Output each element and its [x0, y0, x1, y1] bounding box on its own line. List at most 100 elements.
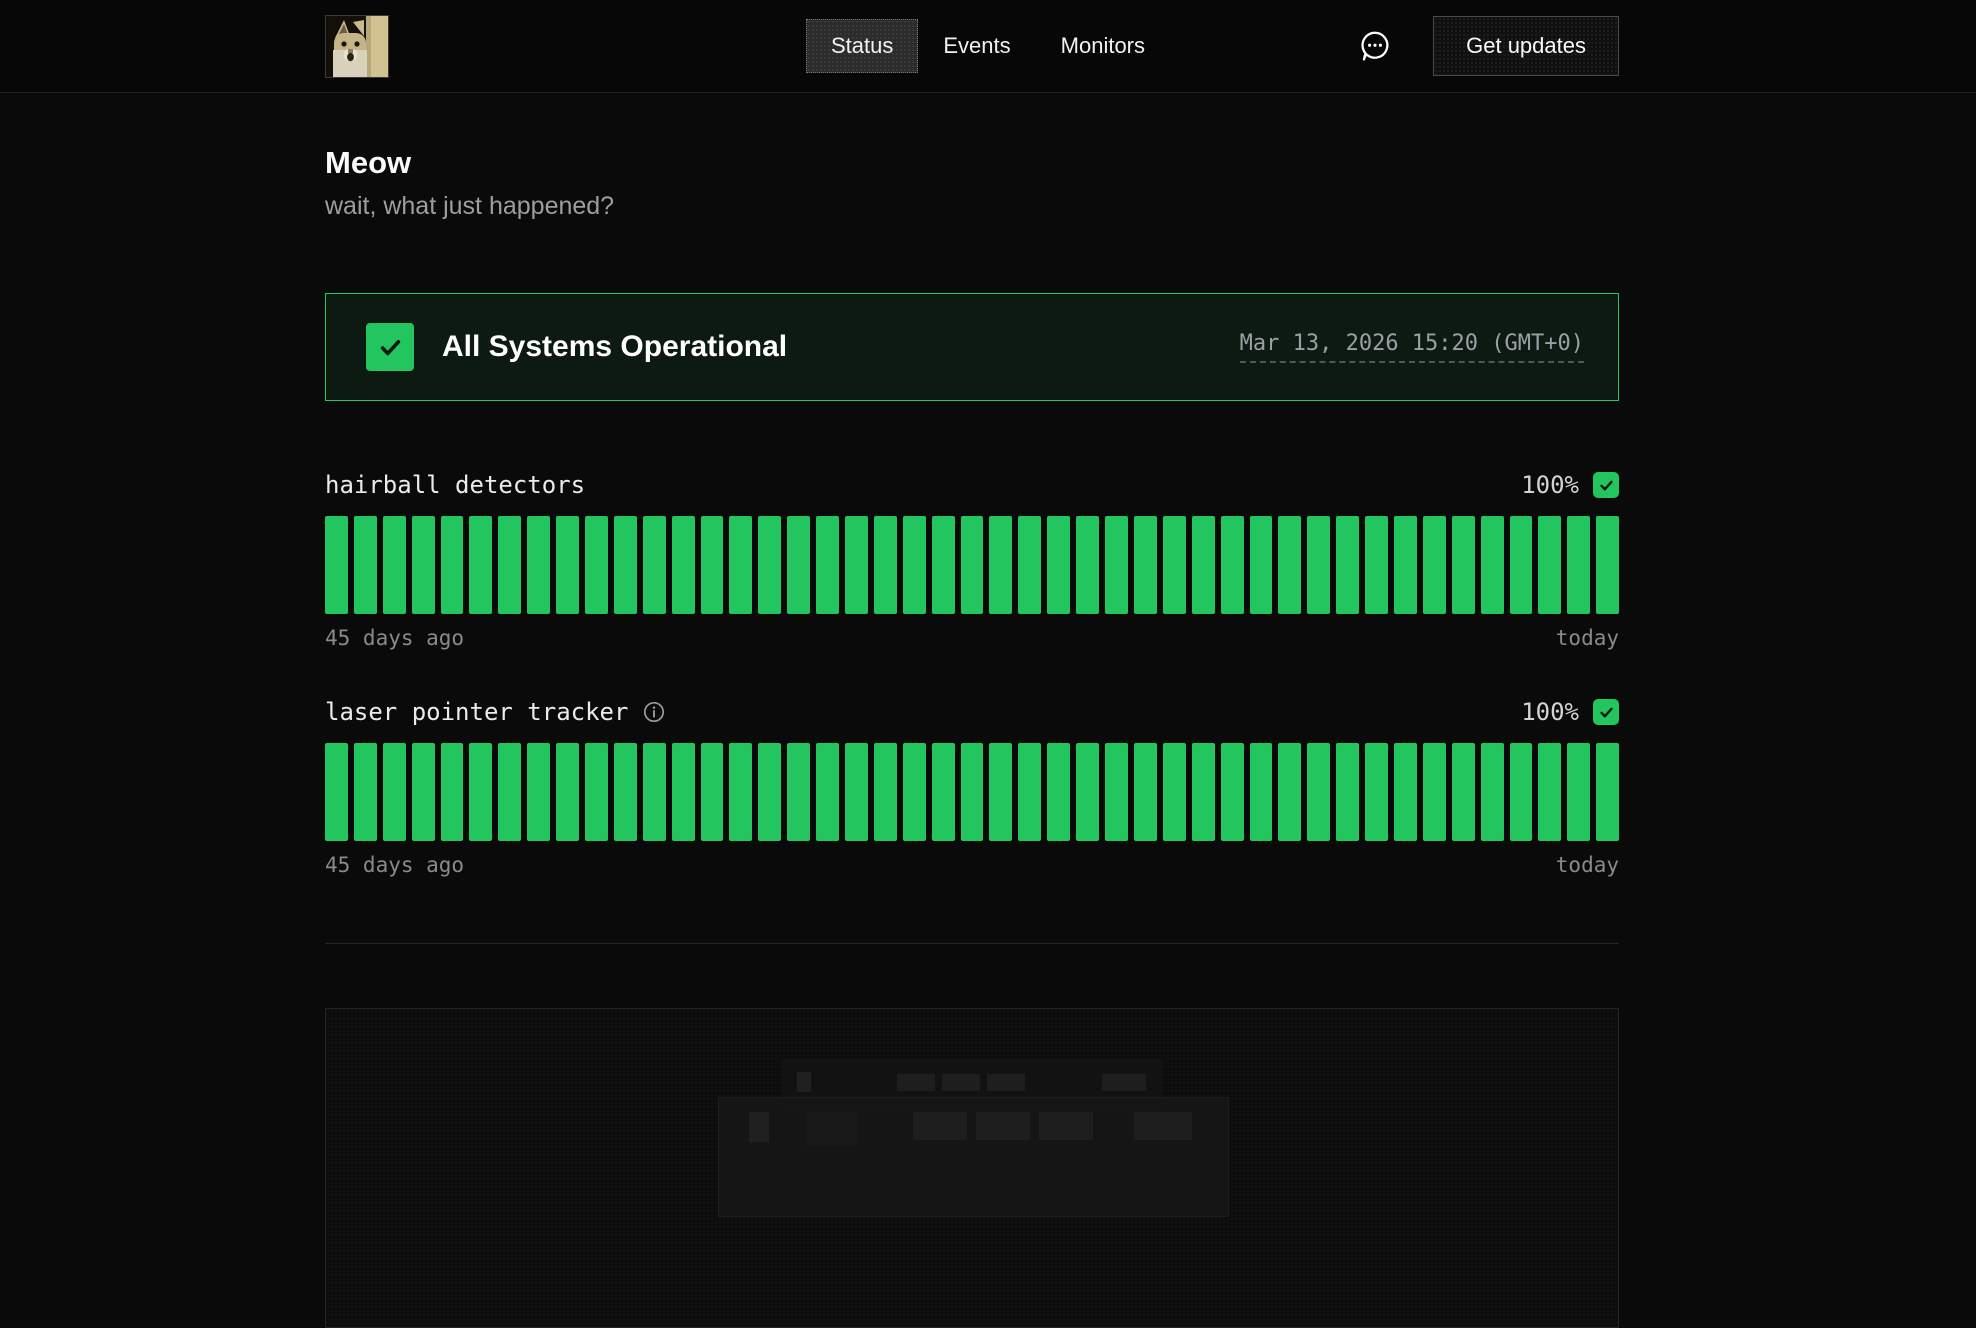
tab-status[interactable]: Status: [806, 19, 918, 73]
uptime-bar[interactable]: [614, 516, 637, 614]
uptime-bar[interactable]: [1423, 743, 1446, 841]
uptime-bar[interactable]: [1278, 516, 1301, 614]
uptime-bar[interactable]: [1221, 743, 1244, 841]
get-updates-button[interactable]: Get updates: [1433, 16, 1619, 76]
uptime-bar[interactable]: [758, 516, 781, 614]
uptime-bar[interactable]: [1134, 743, 1157, 841]
status-timestamp[interactable]: Mar 13, 2026 15:20 (GMT+0): [1240, 331, 1584, 363]
uptime-bar[interactable]: [874, 743, 897, 841]
uptime-bar[interactable]: [412, 743, 435, 841]
uptime-bar[interactable]: [643, 743, 666, 841]
uptime-bar[interactable]: [989, 743, 1012, 841]
uptime-bar[interactable]: [354, 516, 377, 614]
uptime-bar[interactable]: [1018, 516, 1041, 614]
uptime-bar[interactable]: [903, 743, 926, 841]
uptime-bar[interactable]: [498, 516, 521, 614]
uptime-bar[interactable]: [845, 516, 868, 614]
uptime-bar[interactable]: [1047, 516, 1070, 614]
uptime-bar[interactable]: [1510, 743, 1533, 841]
info-icon[interactable]: [642, 700, 666, 724]
uptime-bar[interactable]: [556, 516, 579, 614]
uptime-bar[interactable]: [816, 743, 839, 841]
uptime-bar[interactable]: [1163, 516, 1186, 614]
uptime-bar[interactable]: [1452, 516, 1475, 614]
uptime-bar[interactable]: [758, 743, 781, 841]
uptime-bar[interactable]: [932, 516, 955, 614]
uptime-bar[interactable]: [1394, 516, 1417, 614]
uptime-bar[interactable]: [383, 743, 406, 841]
uptime-bar[interactable]: [1307, 516, 1330, 614]
uptime-bar[interactable]: [1336, 516, 1359, 614]
uptime-bar[interactable]: [1192, 743, 1215, 841]
uptime-bar[interactable]: [961, 743, 984, 841]
uptime-bar[interactable]: [874, 516, 897, 614]
uptime-bar[interactable]: [845, 743, 868, 841]
uptime-bar[interactable]: [1105, 743, 1128, 841]
uptime-bar[interactable]: [354, 743, 377, 841]
uptime-bar[interactable]: [325, 743, 348, 841]
uptime-bar[interactable]: [1018, 743, 1041, 841]
uptime-bar[interactable]: [903, 516, 926, 614]
uptime-bar[interactable]: [1163, 743, 1186, 841]
uptime-bar[interactable]: [1596, 743, 1619, 841]
uptime-bar[interactable]: [1076, 743, 1099, 841]
uptime-bar[interactable]: [1510, 516, 1533, 614]
uptime-bar[interactable]: [498, 743, 521, 841]
uptime-percentage: 100%: [1521, 698, 1579, 726]
uptime-bar[interactable]: [1047, 743, 1070, 841]
uptime-bar[interactable]: [1250, 516, 1273, 614]
uptime-bar[interactable]: [1192, 516, 1215, 614]
uptime-bar[interactable]: [1336, 743, 1359, 841]
uptime-bar[interactable]: [816, 516, 839, 614]
uptime-bar[interactable]: [1134, 516, 1157, 614]
uptime-bar[interactable]: [412, 516, 435, 614]
uptime-bar[interactable]: [1278, 743, 1301, 841]
uptime-bar[interactable]: [1250, 743, 1273, 841]
uptime-bar[interactable]: [1307, 743, 1330, 841]
uptime-bar[interactable]: [1423, 516, 1446, 614]
uptime-bar[interactable]: [1452, 743, 1475, 841]
uptime-bar[interactable]: [729, 516, 752, 614]
uptime-bar[interactable]: [1076, 516, 1099, 614]
tab-monitors[interactable]: Monitors: [1036, 19, 1170, 73]
uptime-bar[interactable]: [1481, 743, 1504, 841]
uptime-bar[interactable]: [1538, 743, 1561, 841]
uptime-bar[interactable]: [672, 516, 695, 614]
uptime-bar[interactable]: [701, 743, 724, 841]
logo-cat-image[interactable]: [325, 15, 389, 78]
uptime-bar[interactable]: [585, 516, 608, 614]
uptime-bar[interactable]: [527, 516, 550, 614]
uptime-bar[interactable]: [1365, 743, 1388, 841]
uptime-bar[interactable]: [1105, 516, 1128, 614]
uptime-bar[interactable]: [672, 743, 695, 841]
uptime-bar[interactable]: [614, 743, 637, 841]
uptime-bar[interactable]: [701, 516, 724, 614]
uptime-bar[interactable]: [585, 743, 608, 841]
uptime-bar[interactable]: [527, 743, 550, 841]
uptime-bar[interactable]: [932, 743, 955, 841]
uptime-bar[interactable]: [469, 743, 492, 841]
uptime-bar[interactable]: [469, 516, 492, 614]
uptime-bar[interactable]: [383, 516, 406, 614]
uptime-bar[interactable]: [441, 743, 464, 841]
uptime-bar[interactable]: [556, 743, 579, 841]
uptime-bar[interactable]: [1596, 516, 1619, 614]
uptime-bar[interactable]: [325, 516, 348, 614]
uptime-bar[interactable]: [1481, 516, 1504, 614]
uptime-bar[interactable]: [787, 743, 810, 841]
uptime-bar[interactable]: [1567, 516, 1590, 614]
feedback-chat-button[interactable]: [1357, 28, 1393, 64]
uptime-bar[interactable]: [961, 516, 984, 614]
uptime-bar[interactable]: [989, 516, 1012, 614]
uptime-bar[interactable]: [1567, 743, 1590, 841]
uptime-bar[interactable]: [1394, 743, 1417, 841]
uptime-bar[interactable]: [1538, 516, 1561, 614]
tab-events[interactable]: Events: [918, 19, 1035, 73]
uptime-bar[interactable]: [1365, 516, 1388, 614]
uptime-bar[interactable]: [1221, 516, 1244, 614]
uptime-bar[interactable]: [441, 516, 464, 614]
range-start-label: 45 days ago: [325, 626, 464, 650]
uptime-bar[interactable]: [643, 516, 666, 614]
uptime-bar[interactable]: [787, 516, 810, 614]
uptime-bar[interactable]: [729, 743, 752, 841]
